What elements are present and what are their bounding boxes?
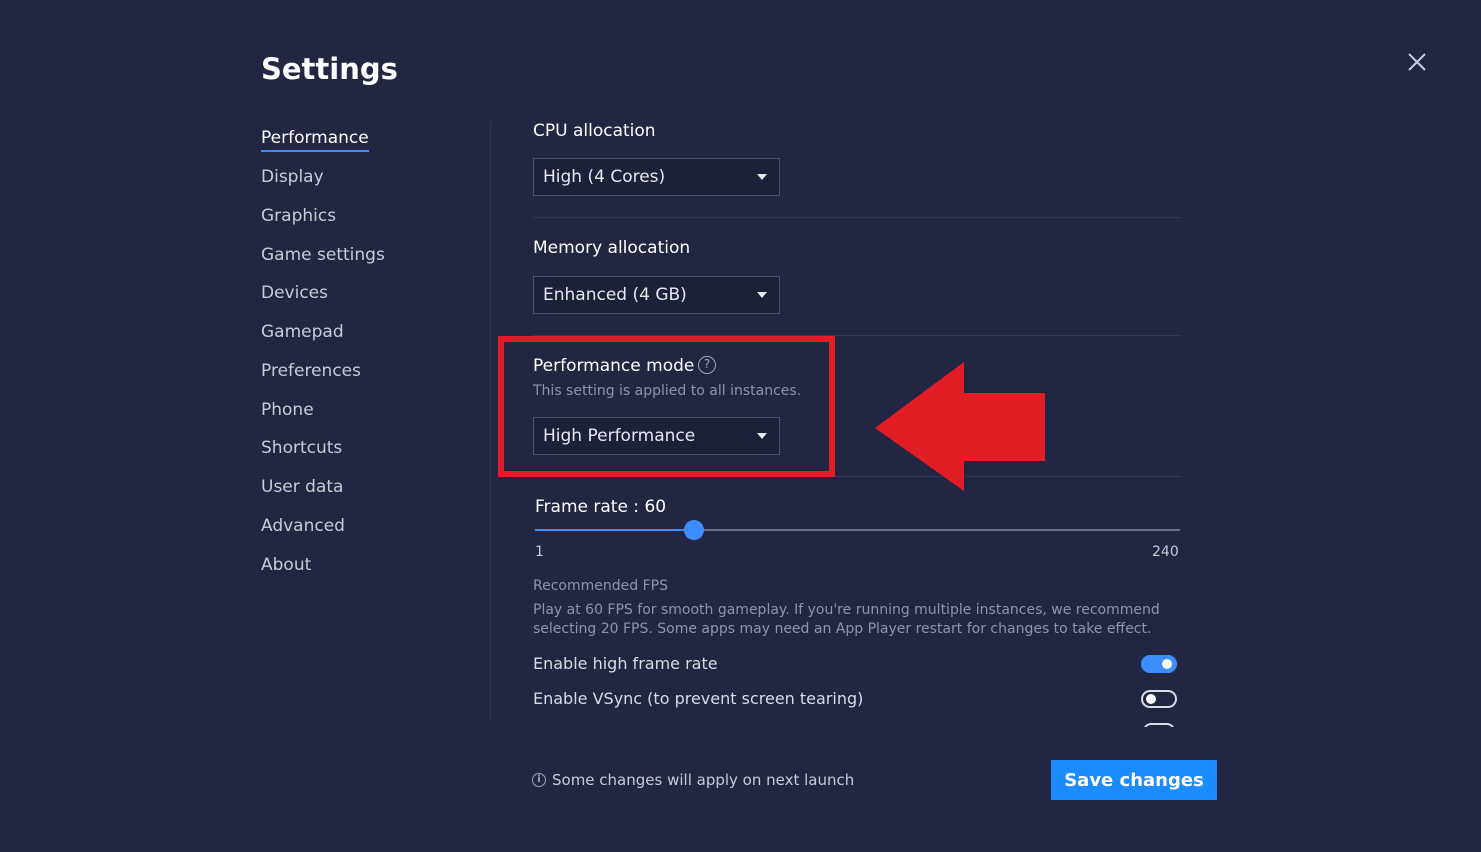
sidebar-item-preferences[interactable]: Preferences — [261, 361, 361, 381]
recommended-fps-title: Recommended FPS — [533, 578, 668, 594]
sidebar-item-game-settings[interactable]: Game settings — [261, 245, 385, 265]
high-frame-rate-label: Enable high frame rate — [533, 654, 718, 673]
sidebar-item-performance[interactable]: Performance — [261, 128, 369, 152]
sidebar-item-user-data[interactable]: User data — [261, 477, 343, 497]
frame-rate-slider-thumb[interactable] — [684, 520, 705, 540]
cpu-allocation-select[interactable]: High (4 Cores) — [533, 158, 780, 196]
red-arrow-annotation — [875, 362, 1045, 491]
sidebar-item-about[interactable]: About — [261, 555, 311, 575]
memory-allocation-label: Memory allocation — [533, 238, 691, 258]
frame-rate-min-label: 1 — [535, 544, 544, 560]
frame-rate-slider-fill — [535, 529, 695, 531]
vsync-label: Enable VSync (to prevent screen tearing) — [533, 689, 864, 708]
section-divider — [533, 217, 1181, 218]
sidebar-item-phone[interactable]: Phone — [261, 400, 314, 420]
info-icon: i — [532, 773, 546, 787]
sidebar-divider — [490, 122, 491, 722]
sidebar-item-gamepad[interactable]: Gamepad — [261, 322, 344, 342]
sidebar-item-devices[interactable]: Devices — [261, 283, 328, 303]
vsync-toggle[interactable] — [1141, 690, 1177, 708]
caret-down-icon — [757, 174, 767, 180]
cpu-allocation-label: CPU allocation — [533, 121, 656, 141]
memory-allocation-select[interactable]: Enhanced (4 GB) — [533, 276, 780, 314]
toggle-knob — [1162, 659, 1172, 669]
frame-rate-label: Frame rate : 60 — [535, 497, 667, 517]
highlight-box-annotation — [498, 336, 835, 477]
sidebar-item-display[interactable]: Display — [261, 167, 324, 187]
footer-note: Some changes will apply on next launch — [552, 771, 855, 789]
partially-hidden-toggle — [1143, 723, 1175, 727]
close-icon[interactable] — [1405, 50, 1429, 74]
memory-allocation-value: Enhanced (4 GB) — [543, 285, 687, 305]
frame-rate-slider[interactable] — [535, 520, 1180, 540]
sidebar-item-advanced[interactable]: Advanced — [261, 516, 345, 536]
cpu-allocation-value: High (4 Cores) — [543, 167, 666, 187]
caret-down-icon — [757, 292, 767, 298]
page-title: Settings — [261, 52, 398, 86]
toggle-knob — [1146, 694, 1156, 704]
sidebar-item-shortcuts[interactable]: Shortcuts — [261, 438, 342, 458]
high-frame-rate-toggle[interactable] — [1141, 655, 1177, 673]
sidebar-item-graphics[interactable]: Graphics — [261, 206, 336, 226]
frame-rate-max-label: 240 — [1152, 544, 1179, 560]
recommended-fps-text: Play at 60 FPS for smooth gameplay. If y… — [533, 602, 1160, 637]
save-changes-button[interactable]: Save changes — [1051, 760, 1217, 800]
